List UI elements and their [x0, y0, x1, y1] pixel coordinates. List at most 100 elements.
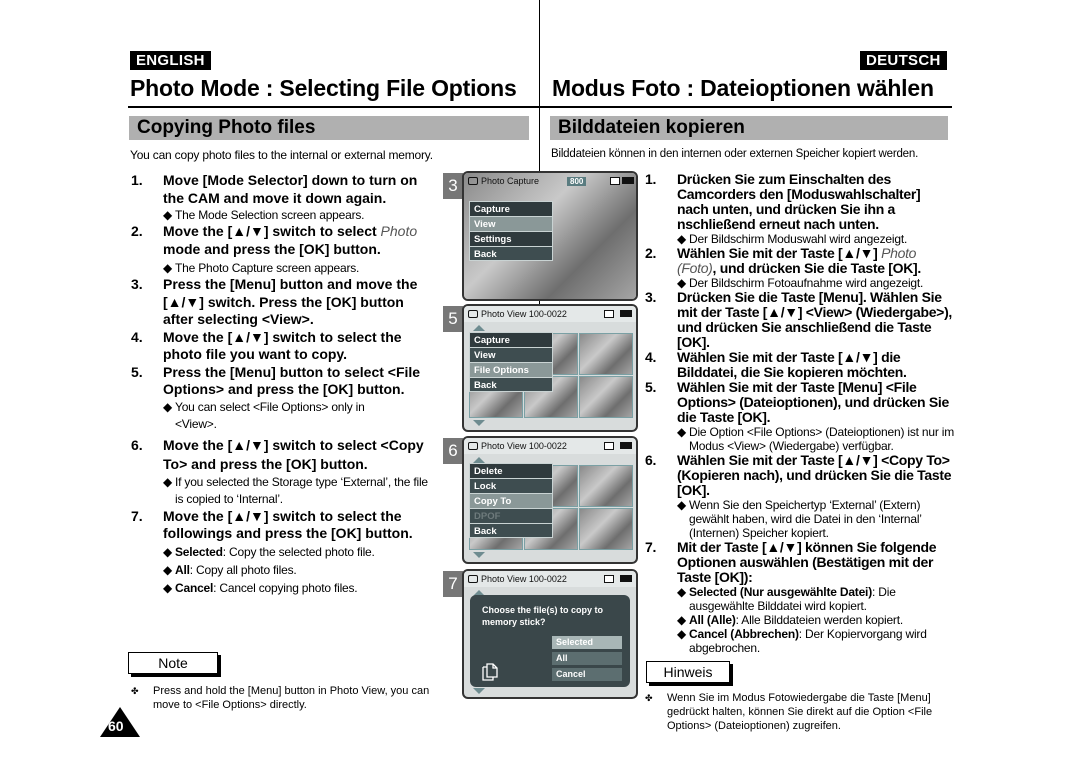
thumbnail[interactable] [579, 508, 633, 550]
option-text: All (Alle): Alle Bilddateien werden kopi… [689, 613, 955, 627]
note-text: Die Option <File Options> (Dateioptionen… [689, 425, 955, 453]
step-6: 6. Wählen Sie mit der Taste [▲/▼] <Copy T… [645, 453, 955, 498]
step-number: 3. [131, 276, 143, 292]
page-number-badge: 60 [100, 707, 140, 737]
step-4: 4. Move the [▲/▼] switch to select the ph… [131, 329, 431, 364]
note-label-english: Note [128, 652, 218, 674]
menu-item-settings[interactable]: Settings [469, 231, 553, 246]
step-text: Move [Mode Selector] down to turn on the… [163, 172, 418, 206]
menu-item-capture[interactable]: Capture [469, 201, 553, 216]
note-bullet-icon: ✤ [645, 693, 653, 703]
camera-icon [468, 575, 478, 583]
note-text: You can select <File Options> only in <V… [175, 399, 365, 431]
bullet-icon: ◆ [163, 474, 173, 489]
step-5: 5. Press the [Menu] button to select <Fil… [131, 364, 431, 399]
menu-item-back[interactable]: Back [469, 246, 553, 261]
step-text: Move the [▲/▼] switch to select <Copy To… [163, 436, 424, 472]
menu-item-copy-to[interactable]: Copy To [469, 493, 553, 508]
camera-icon [468, 442, 478, 450]
step-text: Wählen Sie mit der Taste [▲/▼] die Bildd… [677, 349, 907, 380]
step-1: 1. Drücken Sie zum Einschalten des Camcor… [645, 172, 955, 232]
step-text: Press the [Menu] button to select <File … [163, 363, 421, 398]
note-text: Press and hold the [Menu] button in Phot… [153, 685, 430, 711]
thumbnail[interactable] [579, 465, 633, 507]
menu-item-back[interactable]: Back [469, 523, 553, 538]
note-text: Der Bildschirm Fotoaufnahme wird angezei… [689, 276, 924, 290]
step-6-note: ◆ If you selected the Storage type ‘Exter… [131, 474, 431, 508]
camera-icon [468, 310, 478, 318]
dialog-option-all[interactable]: All [552, 652, 622, 665]
thumbnail[interactable] [579, 333, 633, 375]
screen-header: Photo View 100-0022 [464, 438, 636, 454]
note-text: The Mode Selection screen appears. [175, 208, 365, 222]
step-number: 1. [131, 172, 143, 188]
playback-menu: Capture View File Options Back [469, 332, 553, 392]
bullet-icon: ◆ [163, 261, 173, 275]
dialog-option-cancel[interactable]: Cancel [552, 668, 622, 681]
scroll-down-icon[interactable] [473, 688, 485, 694]
option-term: Cancel [175, 580, 214, 595]
option-term: Selected (Nur ausgewählte Datei) [689, 585, 872, 599]
menu-item-lock[interactable]: Lock [469, 478, 553, 493]
screen-photo-capture: Photo Capture 800 Capture View Settings … [462, 171, 638, 301]
step-number: 3. [645, 289, 657, 305]
option-text: Selected: Copy the selected photo file. [175, 543, 431, 561]
bullet-icon: ◆ [163, 562, 173, 577]
option-selected: ◆ Selected: Copy the selected photo file. [131, 543, 431, 561]
bullet-icon: ◆ [677, 498, 687, 512]
menu-item-view[interactable]: View [469, 216, 553, 231]
step-text: Move the [▲/▼] switch to select Photo mo… [163, 223, 431, 258]
menu-item-file-options[interactable]: File Options [469, 362, 553, 377]
step-2: 2. Move the [▲/▼] switch to select Photo … [131, 223, 431, 258]
scroll-down-icon[interactable] [473, 420, 485, 426]
scroll-up-icon[interactable] [473, 325, 485, 331]
step-4: 4. Wählen Sie mit der Taste [▲/▼] die Bil… [645, 350, 955, 380]
step-text-prefix: Move the [▲/▼] switch to select [163, 223, 381, 239]
step-number: 6. [131, 436, 143, 453]
step-number: 5. [645, 379, 657, 395]
step-1-note: ◆ The Mode Selection screen appears. [131, 207, 431, 223]
screen-title: Photo View 100-0022 [481, 441, 567, 451]
step-number: 5. [131, 363, 143, 380]
screen-header: Photo View 100-0022 [464, 306, 636, 322]
dialog-option-selected[interactable]: Selected [552, 636, 622, 649]
screen-step-number: 3 [443, 173, 463, 199]
option-term: Selected [175, 544, 223, 559]
option-term: All (Alle) [689, 613, 736, 627]
screen-header: Photo Capture 800 [464, 173, 636, 189]
step-text-suffix: , und drücken Sie die Taste [OK]. [712, 260, 922, 276]
step-3: 3. Press the [Menu] button and move the [… [131, 276, 431, 329]
step-text: Move the [▲/▼] switch to select the phot… [163, 328, 402, 363]
page-title-deutsch: Modus Foto : Dateioptionen wählen [552, 75, 934, 101]
menu-item-view[interactable]: View [469, 347, 553, 362]
step-5: 5. Wählen Sie mit der Taste [Menu] <File … [645, 380, 955, 425]
thumbnail[interactable] [579, 376, 633, 418]
step-3: 3. Drücken Sie die Taste [Menu]. Wählen S… [645, 290, 955, 350]
step-5-note: ◆ Die Option <File Options> (Dateioptione… [645, 425, 955, 453]
steps-english: 1. Move [Mode Selector] down to turn on t… [131, 172, 431, 597]
quality-icon [604, 310, 614, 318]
screen-photo-view-menu: Photo View 100-0022 Capture View File Op… [462, 304, 638, 432]
step-7: 7. Move the [▲/▼] switch to select the fo… [131, 508, 431, 543]
menu-item-capture[interactable]: Capture [469, 332, 553, 347]
bullet-icon: ◆ [677, 627, 687, 641]
menu-item-delete[interactable]: Delete [469, 463, 553, 478]
step-5-note: ◆ You can select <File Options> only in <… [131, 399, 431, 433]
copy-dialog: Choose the file(s) to copy to memory sti… [470, 595, 630, 687]
mode-menu: Capture View Settings Back [469, 201, 553, 261]
option-all: ◆ All (Alle): Alle Bilddateien werden kop… [645, 613, 955, 627]
step-2-note: ◆ The Photo Capture screen appears. [131, 260, 431, 276]
copy-files-icon [482, 663, 498, 681]
option-text: All: Copy all photo files. [175, 561, 431, 579]
screen-header: Photo View 100-0022 [464, 571, 636, 587]
step-number: 6. [645, 452, 657, 468]
screen-file-options-menu: Photo View 100-0022 Delete Lock Copy To … [462, 436, 638, 564]
resolution-badge: 800 [567, 176, 587, 186]
menu-item-back[interactable]: Back [469, 377, 553, 392]
screen-step-number: 6 [443, 438, 463, 464]
step-text-suffix: mode and press the [OK] button. [163, 240, 381, 257]
note-text: If you selected the Storage type ‘Extern… [175, 474, 428, 506]
battery-icon [620, 442, 632, 449]
note-english: ✤ Press and hold the [Menu] button in Pho… [131, 684, 431, 712]
scroll-down-icon[interactable] [473, 552, 485, 558]
